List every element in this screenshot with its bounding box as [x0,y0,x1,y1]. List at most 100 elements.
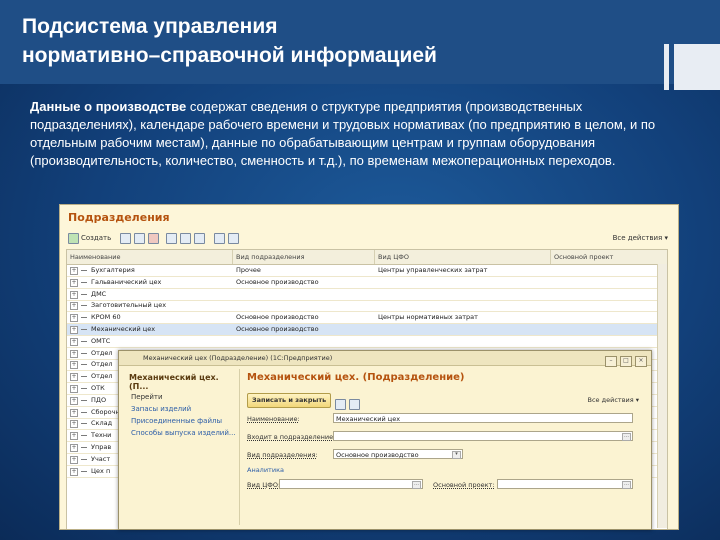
form-title: Механический цех. (Подразделение) [247,372,465,383]
name-label: Наименование: [247,415,300,423]
table-row[interactable]: + Механический цех Основное производство [67,324,667,336]
expand-icon[interactable]: + [70,267,78,275]
expand-icon[interactable]: + [70,467,78,476]
item-icon [81,399,87,401]
cell-name: ОМТС [91,336,111,345]
expand-icon[interactable]: + [70,361,78,370]
body-bold: Данные о производстве [30,99,187,114]
edit-icon[interactable] [134,232,147,244]
col-project[interactable]: Основной проект [551,250,654,264]
item-icon [81,447,87,448]
minimize-icon[interactable]: – [605,356,617,367]
item-icon [81,364,87,366]
expand-icon[interactable]: + [70,432,78,441]
list-view-icon[interactable] [214,232,227,244]
all-actions-menu[interactable]: Все действия ▾ [613,232,668,244]
item-icon [81,281,87,283]
expand-icon[interactable]: + [70,420,78,429]
dialog-titlebar: Механический цех (Подразделение) (1С:Пре… [119,351,651,367]
expand-icon[interactable]: + [70,385,78,393]
analytics-group: Аналитика [247,466,284,474]
print-icon[interactable] [349,394,362,413]
col-kind[interactable]: Вид подразделения [233,250,375,264]
expand-icon[interactable]: + [70,278,78,287]
vertical-scrollbar[interactable] [657,264,667,528]
kind-label: Вид подразделения: [247,451,318,459]
project-field[interactable]: … [497,479,633,489]
refresh-icon[interactable] [194,232,207,244]
item-icon [81,270,87,271]
cell-cfo [378,300,548,311]
item-icon [81,435,87,437]
parent-field[interactable]: … [333,431,633,441]
item-icon [81,340,87,342]
name-field[interactable]: Механический цех [333,413,633,423]
nav-link-release[interactable]: Способы выпуска изделий... [131,429,236,437]
cell-kind: Основное производство [236,325,319,333]
report-icon[interactable] [228,232,241,244]
expand-icon[interactable]: + [70,314,78,323]
dialog-nav-pane: Механический цех. (П... Перейти Запасы и… [125,369,240,525]
item-icon [81,329,87,330]
cell-cfo [378,277,548,288]
expand-icon[interactable]: + [70,444,78,452]
table-row[interactable]: + ОМТС [67,336,667,348]
cell-kind [236,300,371,311]
item-icon [81,376,87,378]
cell-kind: Основное производство [236,277,319,286]
cfo-field[interactable]: … [279,479,423,489]
item-icon [81,470,87,472]
list-title: Подразделения [68,211,170,224]
cell-name: Заготовительный цех [91,301,167,310]
expand-icon[interactable]: + [70,396,78,405]
list-toolbar: Создать Все действия ▾ [66,231,672,247]
expand-icon[interactable]: + [70,326,78,334]
save-icon[interactable] [335,394,348,413]
copy-icon[interactable] [120,232,133,244]
slide-body: Данные о производстве содержат сведения … [30,98,680,170]
table-header: Наименование Вид подразделения Вид ЦФО О… [67,250,667,265]
parent-label: Входит в подразделение: [247,433,336,441]
project-label: Основной проект: [433,481,495,489]
plus-icon [68,232,79,244]
department-dialog: Механический цех (Подразделение) (1С:Пре… [118,350,652,530]
chevron-down-icon[interactable]: ▾ [452,451,461,459]
window-controls: – □ × [602,353,647,367]
select-icon[interactable]: … [622,481,631,489]
search-icon[interactable] [166,232,179,244]
kind-field[interactable]: Основное производство ▾ [333,449,463,459]
form-actions-menu[interactable]: Все действия ▾ [588,394,639,406]
expand-icon[interactable]: + [70,337,78,346]
expand-icon[interactable]: + [70,408,78,417]
table-row[interactable]: + Гальванический цех Основное производство [67,277,667,289]
maximize-icon[interactable]: □ [620,356,632,367]
expand-icon[interactable]: + [70,302,78,311]
col-cfo[interactable]: Вид ЦФО [375,250,551,264]
table-row[interactable]: + Заготовительный цех [67,300,667,313]
col-name[interactable]: Наименование [67,250,233,264]
expand-icon[interactable]: + [70,290,78,299]
table-row[interactable]: + КРОМ 60 Основное производство Центры норм… [67,312,667,325]
table-row[interactable]: + ДМС [67,289,667,301]
cell-kind [236,289,371,300]
table-row[interactable]: + Бухгалтерия Прочее Центры управленческих … [67,265,667,277]
save-close-button[interactable]: Записать и закрыть [247,393,332,408]
select-icon[interactable]: … [412,481,421,489]
expand-icon[interactable]: + [70,455,78,464]
expand-icon[interactable]: + [70,349,78,358]
cell-name: Бухгалтерия [91,266,135,274]
delete-icon[interactable] [148,232,161,244]
cell-name: Механический цех [91,325,156,333]
filter-icon[interactable] [180,232,193,244]
expand-icon[interactable]: + [70,373,78,382]
nav-goto[interactable]: Перейти [131,393,163,401]
title-line-2: нормативно–справочной информацией [22,44,437,67]
item-icon [81,458,87,460]
nav-link-stock[interactable]: Запасы изделий [131,405,191,413]
create-button[interactable]: Создать [68,232,111,244]
close-icon[interactable]: × [635,356,647,367]
item-icon [81,423,87,425]
nav-link-files[interactable]: Присоединенные файлы [131,417,222,425]
cell-cfo [378,336,548,347]
select-icon[interactable]: … [622,433,631,441]
